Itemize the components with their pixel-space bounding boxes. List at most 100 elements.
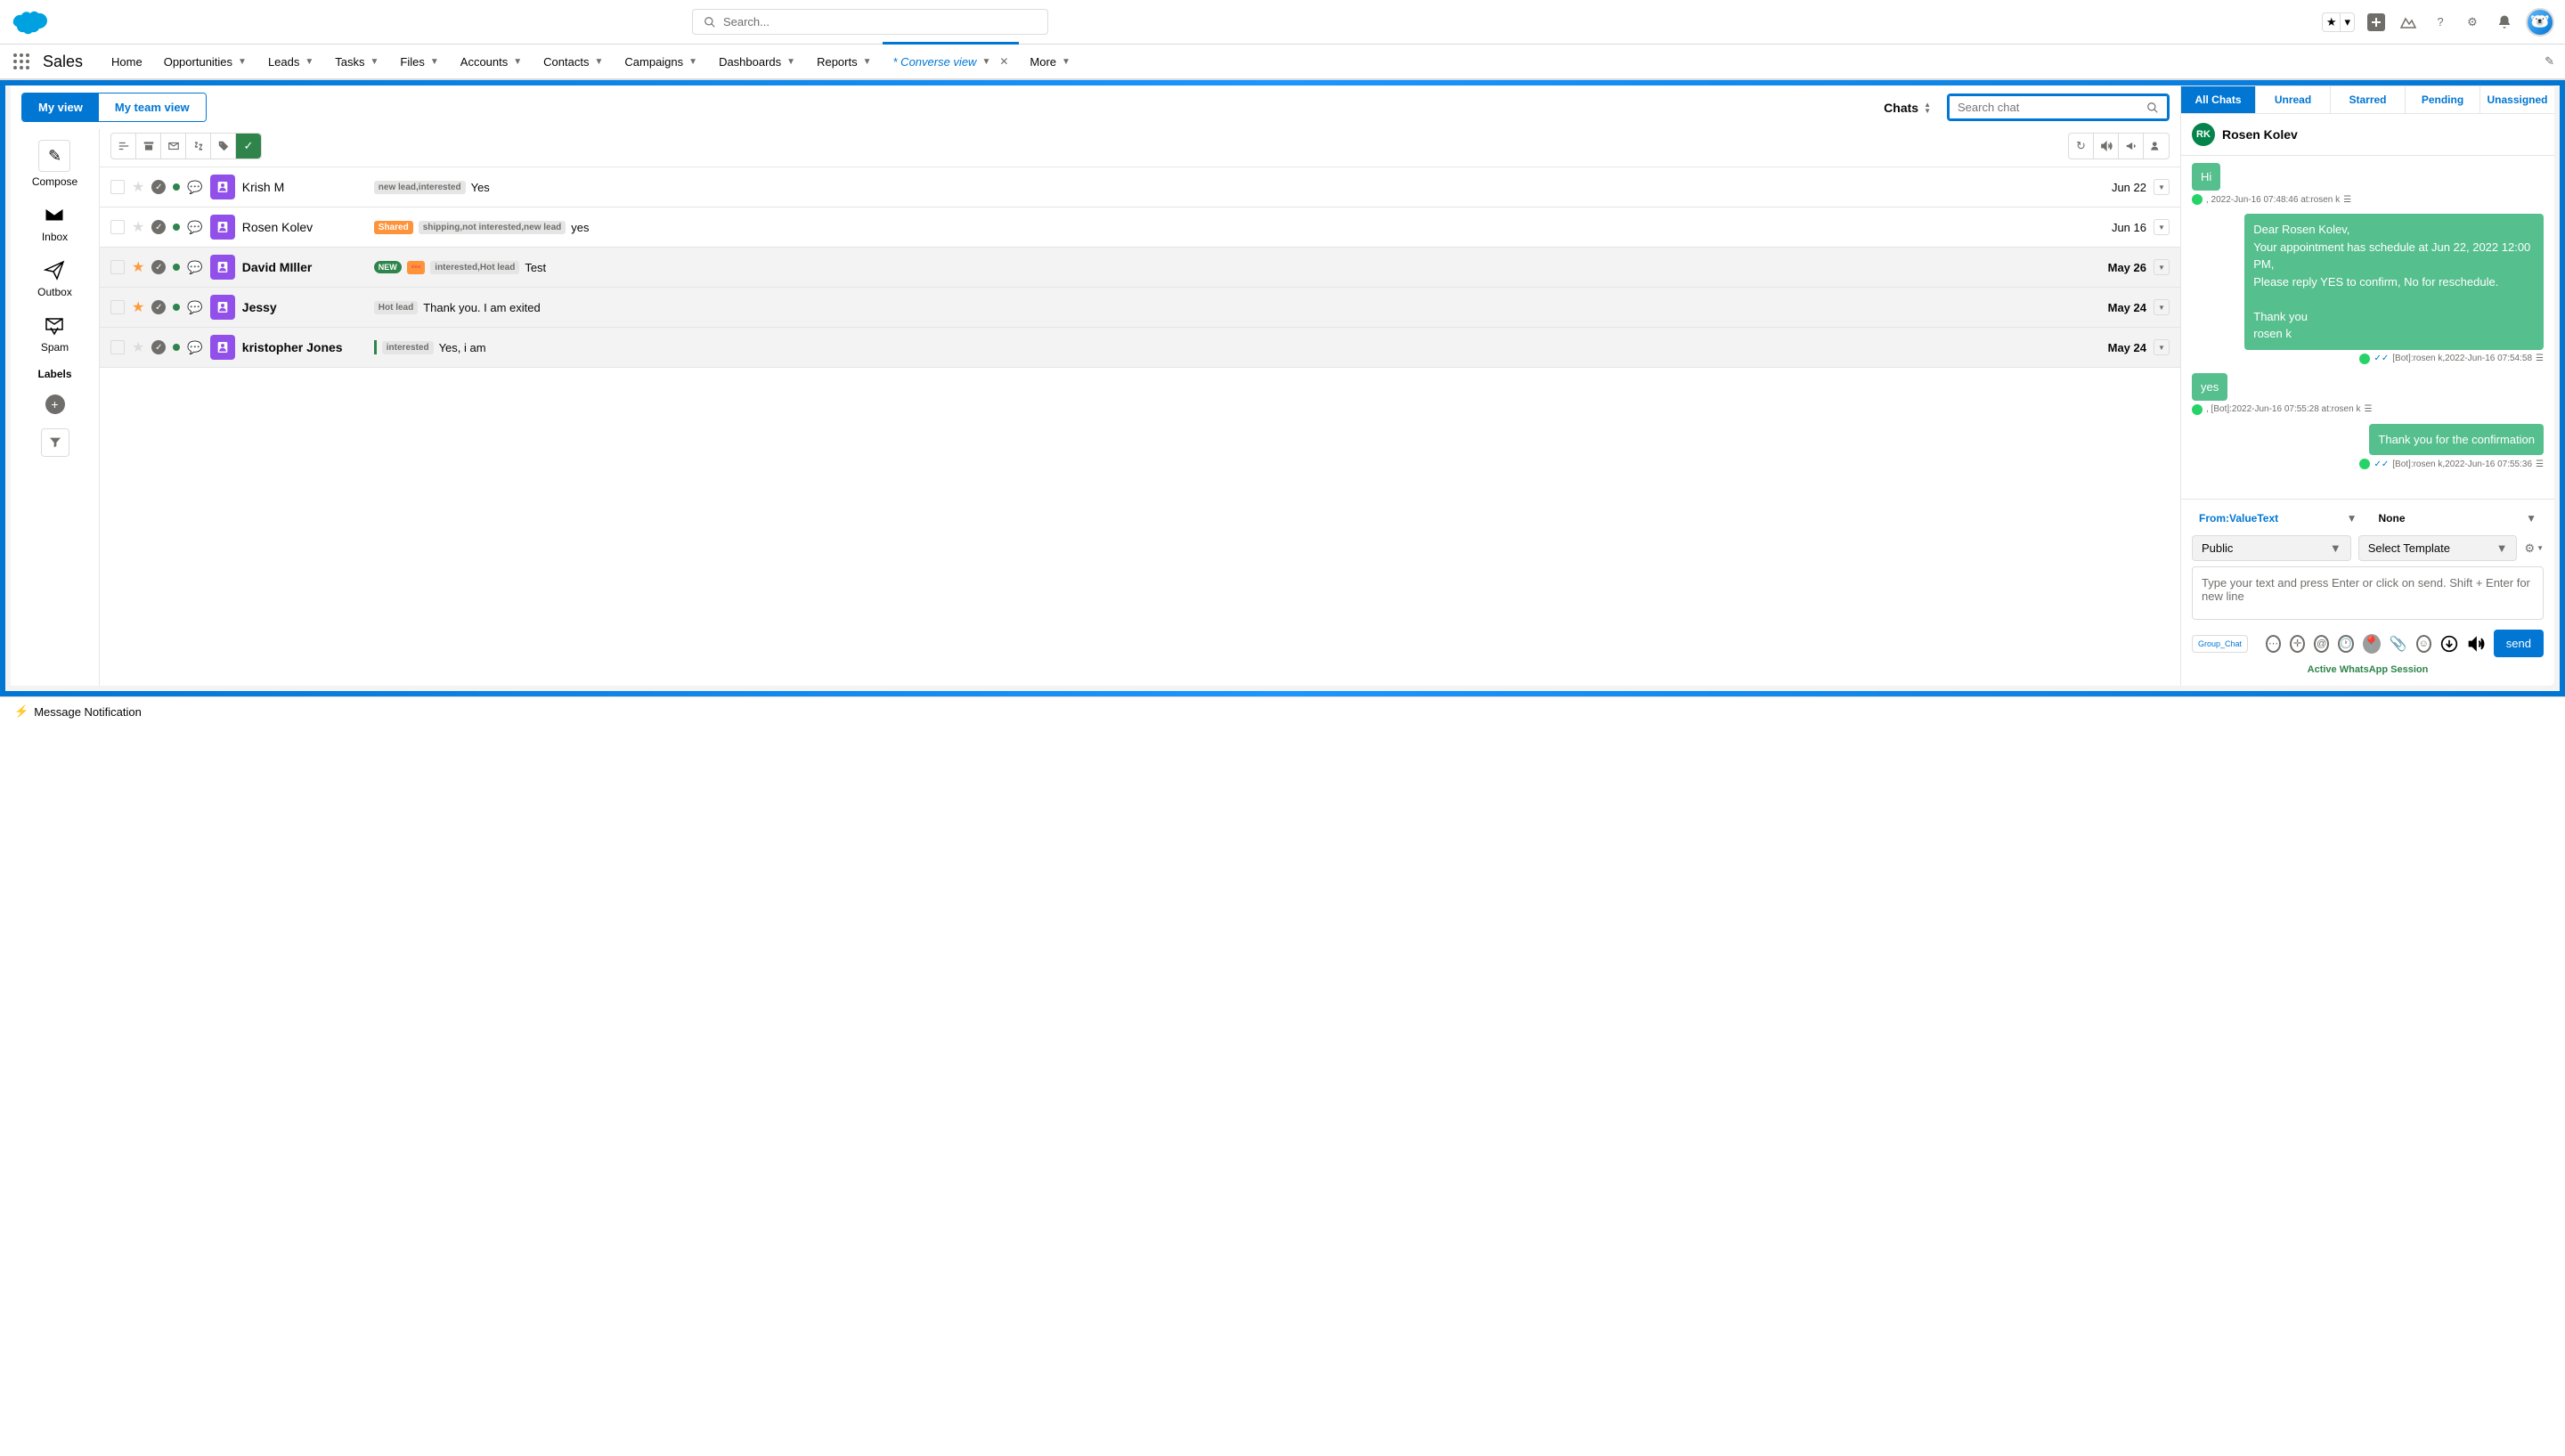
location-icon[interactable]: 📍 bbox=[2363, 634, 2381, 654]
sort-arrows-icon: ▲▼ bbox=[1924, 102, 1931, 114]
message-input[interactable] bbox=[2192, 566, 2544, 620]
nav-reports[interactable]: Reports▼ bbox=[806, 44, 882, 79]
mention-icon[interactable]: @ bbox=[2314, 635, 2329, 653]
from-dropdown[interactable]: From:ValueText▼ bbox=[2192, 507, 2365, 530]
chat-row[interactable]: ★✓💬JessyHot leadThank you. I am exitedMa… bbox=[100, 288, 2180, 328]
global-search[interactable]: Search... bbox=[692, 9, 1048, 35]
chevron-down-icon: ▼ bbox=[370, 57, 379, 67]
favorites-toggle[interactable]: ★▾ bbox=[2322, 12, 2355, 32]
list-settings-icon[interactable] bbox=[111, 134, 136, 159]
contact-name: Rosen Kolev bbox=[242, 220, 367, 234]
filter-tab-pending[interactable]: Pending bbox=[2406, 85, 2480, 113]
chats-dropdown[interactable]: Chats ▲▼ bbox=[1875, 95, 1940, 120]
mail-icon[interactable] bbox=[161, 134, 186, 159]
nav-opportunities[interactable]: Opportunities▼ bbox=[153, 44, 257, 79]
row-menu-icon[interactable]: ▼ bbox=[2154, 299, 2170, 315]
my-view-tab[interactable]: My view bbox=[22, 94, 99, 121]
row-checkbox[interactable] bbox=[110, 220, 125, 234]
filter-tab-unread[interactable]: Unread bbox=[2256, 85, 2331, 113]
refresh-icon[interactable]: ↻ bbox=[2069, 134, 2094, 159]
bolt-icon: ⚡ bbox=[14, 704, 28, 719]
message-menu-icon[interactable]: ☰ bbox=[2536, 354, 2544, 363]
add-icon[interactable] bbox=[2366, 12, 2387, 33]
app-launcher-icon[interactable] bbox=[11, 51, 32, 72]
team-view-tab[interactable]: My team view bbox=[99, 94, 206, 121]
search-chat-input[interactable] bbox=[1947, 94, 2170, 121]
row-checkbox[interactable] bbox=[110, 340, 125, 354]
nav-converse-view[interactable]: * Converse view▼✕ bbox=[883, 44, 1020, 79]
row-menu-icon[interactable]: ▼ bbox=[2154, 339, 2170, 355]
star-icon[interactable]: ★ bbox=[132, 298, 144, 316]
row-menu-icon[interactable]: ▼ bbox=[2154, 259, 2170, 275]
message-menu-icon[interactable]: ☰ bbox=[2364, 404, 2372, 414]
chat-row[interactable]: ★✓💬David MIllerNEW•••interested,Hot lead… bbox=[100, 248, 2180, 288]
chevron-down-icon: ▼ bbox=[594, 57, 603, 67]
message-menu-icon[interactable]: ☰ bbox=[2536, 460, 2544, 469]
nav-home[interactable]: Home bbox=[101, 44, 153, 79]
template-dropdown[interactable]: Select Template▼ bbox=[2358, 535, 2518, 561]
approve-icon[interactable]: ✓ bbox=[236, 134, 261, 159]
add-target-icon[interactable]: ✛ bbox=[2290, 635, 2305, 653]
chat-row[interactable]: ★✓💬Krish Mnew lead,interestedYesJun 22▼ bbox=[100, 167, 2180, 207]
assign-user-icon[interactable] bbox=[2144, 134, 2169, 159]
snooze-icon[interactable] bbox=[186, 134, 211, 159]
row-checkbox[interactable] bbox=[110, 260, 125, 274]
schedule-icon[interactable]: 🕐 bbox=[2338, 635, 2354, 653]
nav-contacts[interactable]: Contacts▼ bbox=[533, 44, 614, 79]
download-icon[interactable] bbox=[2440, 634, 2458, 654]
nav-leads[interactable]: Leads▼ bbox=[257, 44, 324, 79]
send-button[interactable]: send bbox=[2494, 630, 2544, 657]
trailhead-icon[interactable] bbox=[2398, 12, 2419, 33]
status-check-icon[interactable]: ✓ bbox=[151, 260, 166, 274]
compose-settings[interactable]: ⚙▼ bbox=[2524, 541, 2544, 556]
row-checkbox[interactable] bbox=[110, 300, 125, 314]
notifications-bell-icon[interactable] bbox=[2494, 12, 2515, 33]
more-icon[interactable]: ⋯ bbox=[2266, 635, 2281, 653]
star-icon[interactable]: ★ bbox=[132, 178, 144, 196]
broadcast-icon[interactable] bbox=[2119, 134, 2144, 159]
visibility-dropdown[interactable]: Public▼ bbox=[2192, 535, 2351, 561]
outbox-button[interactable]: Outbox bbox=[37, 257, 72, 298]
audio-icon[interactable] bbox=[2467, 634, 2485, 654]
status-check-icon[interactable]: ✓ bbox=[151, 180, 166, 194]
nav-tasks[interactable]: Tasks▼ bbox=[324, 44, 389, 79]
spam-button[interactable]: Spam bbox=[41, 313, 69, 354]
add-label-button[interactable]: + bbox=[45, 395, 65, 414]
star-icon[interactable]: ★ bbox=[132, 338, 144, 356]
none-dropdown[interactable]: None▼ bbox=[2372, 507, 2545, 530]
star-icon[interactable]: ★ bbox=[132, 218, 144, 236]
help-icon[interactable]: ? bbox=[2430, 12, 2451, 33]
row-menu-icon[interactable]: ▼ bbox=[2154, 219, 2170, 235]
chat-row[interactable]: ★✓💬Rosen KolevSharedshipping,not interes… bbox=[100, 207, 2180, 248]
nav-campaigns[interactable]: Campaigns▼ bbox=[614, 44, 708, 79]
message-preview: Yes, i am bbox=[439, 341, 486, 354]
status-check-icon[interactable]: ✓ bbox=[151, 220, 166, 234]
row-menu-icon[interactable]: ▼ bbox=[2154, 179, 2170, 195]
filter-tab-starred[interactable]: Starred bbox=[2331, 85, 2406, 113]
close-tab-icon[interactable]: ✕ bbox=[999, 55, 1008, 68]
user-avatar[interactable]: 🐻‍❄️ bbox=[2526, 8, 2554, 37]
edit-nav-icon[interactable]: ✎ bbox=[2545, 54, 2554, 69]
group-chat-button[interactable]: Group_Chat bbox=[2192, 635, 2248, 653]
message-menu-icon[interactable]: ☰ bbox=[2343, 195, 2351, 205]
compose-button[interactable]: ✎ Compose bbox=[32, 140, 77, 188]
attach-icon[interactable]: 📎 bbox=[2390, 634, 2407, 654]
nav-accounts[interactable]: Accounts▼ bbox=[450, 44, 533, 79]
status-check-icon[interactable]: ✓ bbox=[151, 300, 166, 314]
nav-more[interactable]: More▼ bbox=[1019, 44, 1081, 79]
inbox-button[interactable]: Inbox bbox=[42, 202, 68, 243]
status-check-icon[interactable]: ✓ bbox=[151, 340, 166, 354]
row-checkbox[interactable] bbox=[110, 180, 125, 194]
filter-button[interactable] bbox=[41, 428, 69, 457]
star-icon[interactable]: ★ bbox=[132, 258, 144, 276]
filter-tab-all-chats[interactable]: All Chats bbox=[2181, 85, 2256, 113]
filter-tab-unassigned[interactable]: Unassigned bbox=[2480, 85, 2554, 113]
setup-gear-icon[interactable]: ⚙ bbox=[2462, 12, 2483, 33]
emoji-icon[interactable]: ☺ bbox=[2416, 635, 2431, 653]
archive-icon[interactable] bbox=[136, 134, 161, 159]
tag-icon[interactable] bbox=[211, 134, 236, 159]
sound-icon[interactable] bbox=[2094, 134, 2119, 159]
nav-dashboards[interactable]: Dashboards▼ bbox=[708, 44, 806, 79]
chat-row[interactable]: ★✓💬kristopher JonesinterestedYes, i amMa… bbox=[100, 328, 2180, 368]
nav-files[interactable]: Files▼ bbox=[389, 44, 449, 79]
